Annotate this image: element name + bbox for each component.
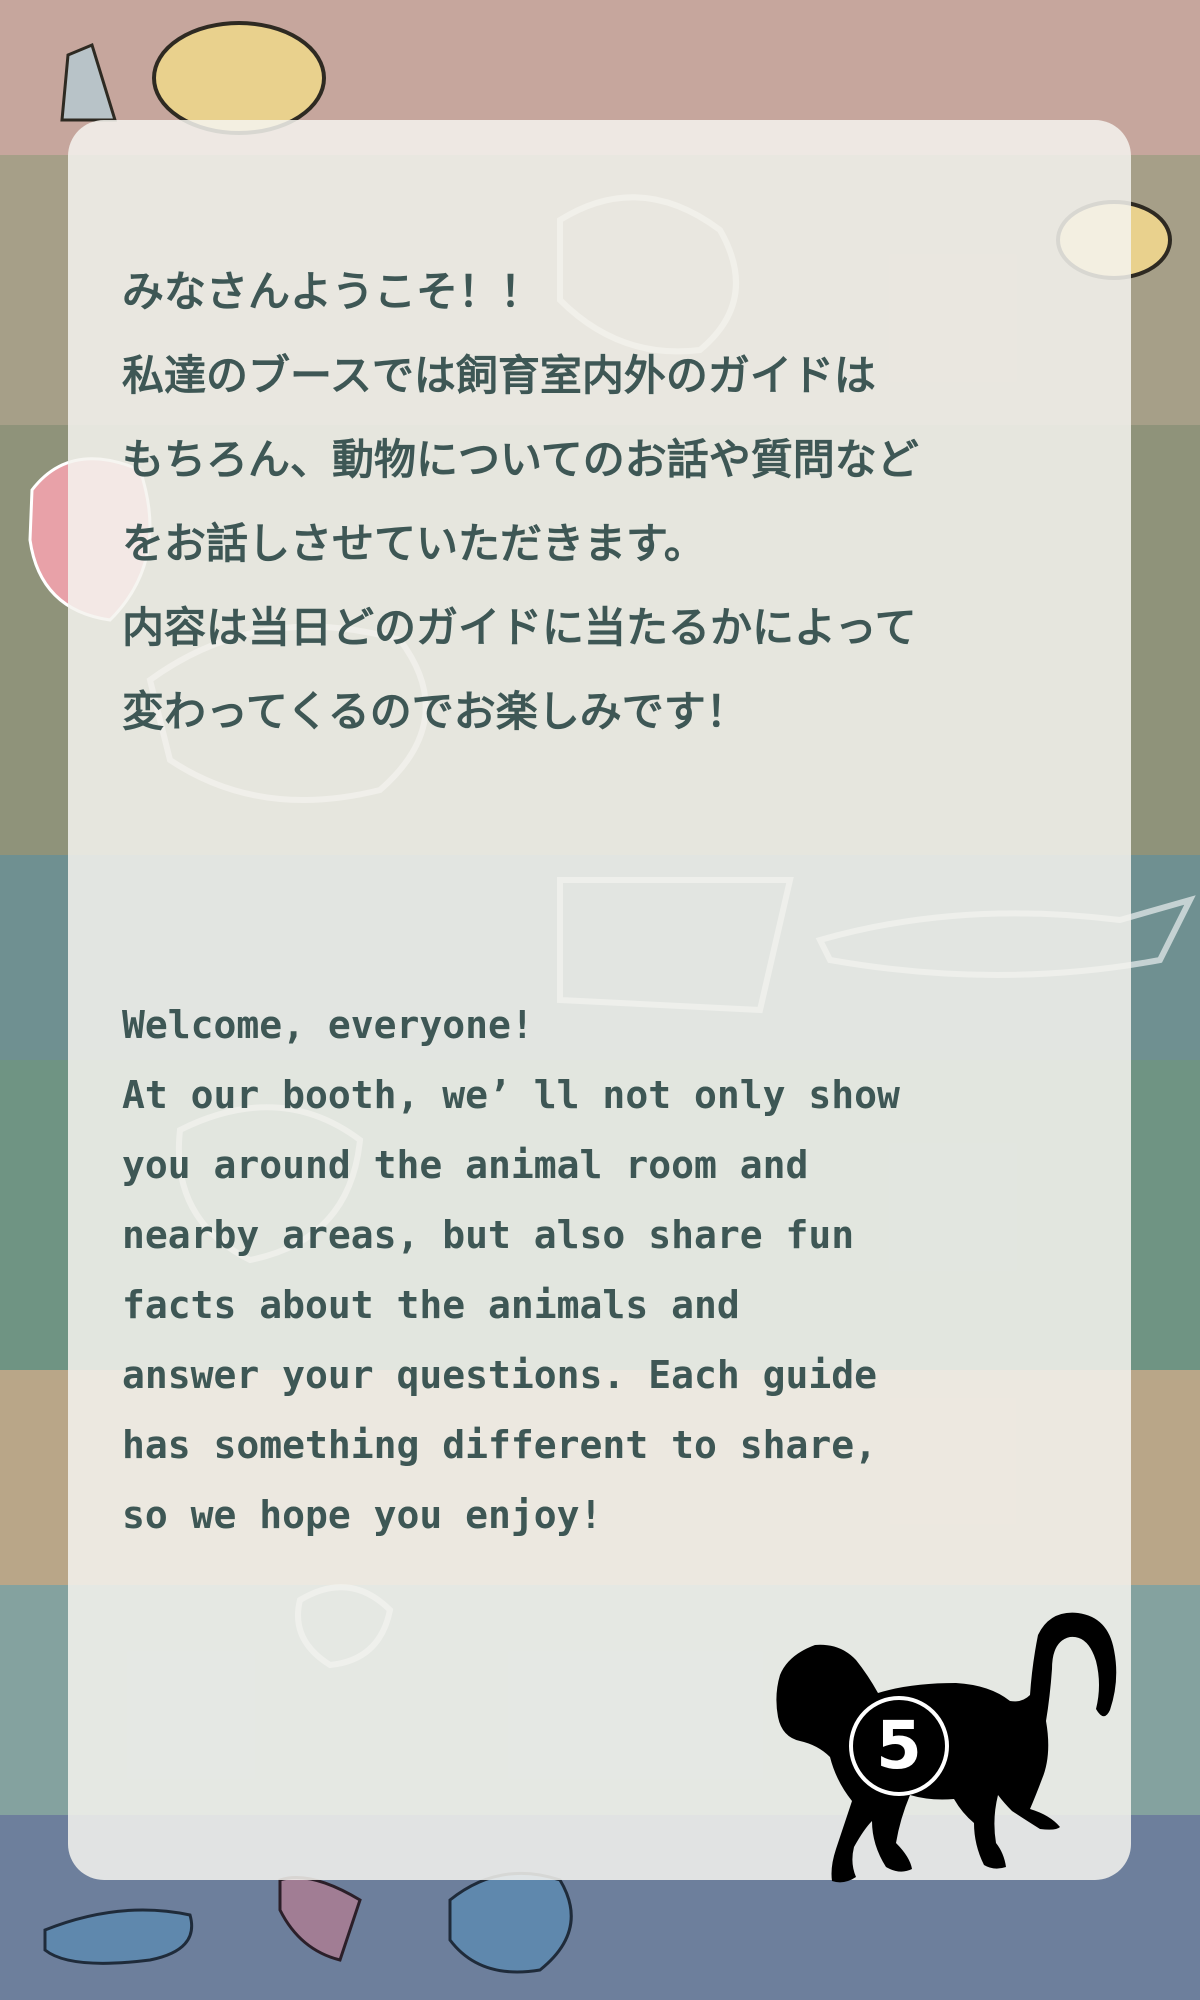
english-message: Welcome, everyone! At our booth, we’ ll … (122, 990, 1112, 1550)
japanese-line: 私達のブースでは飼育室内外のガイドは (122, 351, 876, 400)
english-line: At our booth, we’ ll not only show (122, 1073, 900, 1117)
english-line: has something different to share, (122, 1423, 877, 1467)
japanese-line: をお話しさせていただきます。 (122, 519, 706, 568)
english-line: answer your questions. Each guide (122, 1353, 877, 1397)
japanese-line: 内容は当日どのガイドに当たるかによって (122, 603, 917, 652)
english-line: you around the animal room and (122, 1143, 809, 1187)
english-line: so we hope you enjoy! (122, 1493, 603, 1537)
japanese-line: 変わってくるのでお楽しみです！ (122, 687, 748, 736)
english-line: nearby areas, but also share fun (122, 1213, 855, 1257)
booth-number-badge: 5 (849, 1696, 949, 1796)
english-line: facts about the animals and (122, 1283, 740, 1327)
japanese-line: みなさんようこそ！！ (122, 267, 543, 316)
japanese-message: みなさんようこそ！！ 私達のブースでは飼育室内外のガイドは もちろん、動物につい… (122, 250, 1112, 754)
english-line: Welcome, everyone! (122, 1003, 534, 1047)
japanese-line: もちろん、動物についてのお話や質問など (122, 435, 919, 484)
